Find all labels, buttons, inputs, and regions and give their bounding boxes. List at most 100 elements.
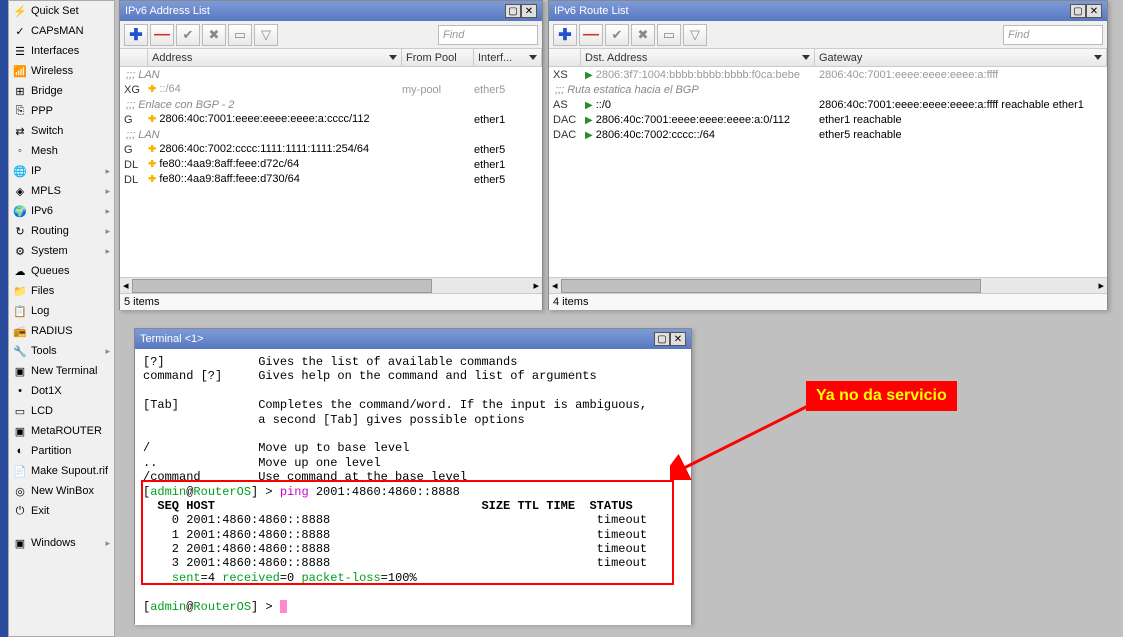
enable-button[interactable]: ✔ — [176, 24, 200, 46]
table-row[interactable]: DL 🞧fe80::4aa9:8aff:feee:d72c/64 ether1 — [120, 157, 542, 172]
sidebar-item-label: Queues — [31, 265, 70, 277]
sidebar-item-exit[interactable]: ⏻Exit — [9, 501, 114, 521]
ipv6-route-window: IPv6 Route List ▢ ✕ ✚ — ✔ ✖ ▭ ▽ Find Dst… — [548, 0, 1108, 310]
sidebar-item-lcd[interactable]: ▭LCD — [9, 401, 114, 421]
sidebar-item-label: MPLS — [31, 185, 61, 197]
sidebar-item-quick-set[interactable]: ⚡Quick Set — [9, 1, 114, 21]
status-bar: 4 items — [549, 293, 1107, 310]
prompt-line: [admin@RouterOS] > ping 2001:4860:4860::… — [143, 485, 683, 499]
sidebar-item-new-terminal[interactable]: ▣New Terminal — [9, 361, 114, 381]
minimize-button[interactable]: ▢ — [654, 332, 670, 346]
table-row[interactable]: G 🞧2806:40c:7001:eeee:eeee:eeee:a:cccc/1… — [120, 112, 542, 127]
chevron-right-icon: ▸ — [105, 346, 110, 357]
table-row[interactable]: XG 🞧::/64 my-pool ether5 — [120, 82, 542, 97]
add-button[interactable]: ✚ — [124, 24, 148, 46]
comment-button[interactable]: ▭ — [657, 24, 681, 46]
minimize-button[interactable]: ▢ — [1070, 4, 1086, 18]
sidebar-item-label: IPv6 — [31, 205, 53, 217]
row-comment[interactable]: ;;; LAN — [120, 127, 542, 142]
app-left-bar — [0, 0, 8, 637]
sidebar-item-interfaces[interactable]: ☰Interfaces — [9, 41, 114, 61]
close-button[interactable]: ✕ — [1086, 4, 1102, 18]
enable-button[interactable]: ✔ — [605, 24, 629, 46]
sidebar-item-new-winbox[interactable]: ◎New WinBox — [9, 481, 114, 501]
sidebar-item-dot1x[interactable]: •Dot1X — [9, 381, 114, 401]
minimize-button[interactable]: ▢ — [505, 4, 521, 18]
row-comment[interactable]: ;;; LAN — [120, 67, 542, 82]
sidebar-item-bridge[interactable]: ⊞Bridge — [9, 81, 114, 101]
col-from-pool[interactable]: From Pool — [402, 49, 474, 66]
sidebar-item-ipv6[interactable]: 🌍IPv6▸ — [9, 201, 114, 221]
terminal-output[interactable]: [?] Gives the list of available commands… — [135, 349, 691, 625]
sidebar-item-queues[interactable]: ☁Queues — [9, 261, 114, 281]
sidebar-item-wireless[interactable]: 📶Wireless — [9, 61, 114, 81]
menu-icon: ◐ — [13, 444, 27, 458]
table-row[interactable]: AS ▶::/0 2806:40c:7001:eeee:eeee:eeee:a:… — [549, 97, 1107, 112]
col-interface[interactable]: Interf... — [474, 49, 542, 66]
remove-button[interactable]: — — [579, 24, 603, 46]
prompt-empty: [admin@RouterOS] > — [143, 600, 683, 614]
sort-icon — [389, 55, 397, 60]
menu-icon: ⎘ — [13, 104, 27, 118]
close-button[interactable]: ✕ — [521, 4, 537, 18]
sidebar-item-radius[interactable]: 📻RADIUS — [9, 321, 114, 341]
menu-icon: ▣ — [13, 364, 27, 378]
toolbar: ✚ — ✔ ✖ ▭ ▽ Find — [120, 21, 542, 49]
sidebar-item-tools[interactable]: 🔧Tools▸ — [9, 341, 114, 361]
sidebar-item-label: MetaROUTER — [31, 425, 102, 437]
h-scrollbar[interactable]: ◂▸ — [120, 277, 542, 293]
sidebar-item-mesh[interactable]: ◦Mesh — [9, 141, 114, 161]
col-flags[interactable] — [120, 49, 148, 66]
table-row[interactable]: XS ▶2806:3f7:1004:bbbb:bbbb:bbbb:f0ca:be… — [549, 67, 1107, 82]
sidebar-item-switch[interactable]: ⇄Switch — [9, 121, 114, 141]
comment-button[interactable]: ▭ — [228, 24, 252, 46]
cell-iface: ether5 — [470, 174, 542, 186]
cell-dst: ▶2806:3f7:1004:bbbb:bbbb:bbbb:f0ca:bebe — [581, 69, 815, 81]
find-input[interactable]: Find — [1003, 25, 1103, 45]
menu-icon: 🔧 — [13, 344, 27, 358]
close-button[interactable]: ✕ — [670, 332, 686, 346]
sidebar-item-ppp[interactable]: ⎘PPP — [9, 101, 114, 121]
cell-flag: G — [120, 114, 144, 126]
sidebar-item-make-supout-rif[interactable]: 📄Make Supout.rif — [9, 461, 114, 481]
table-row[interactable]: DAC ▶2806:40c:7002:cccc::/64 ether5 reac… — [549, 127, 1107, 142]
ipv6-address-window: IPv6 Address List ▢ ✕ ✚ — ✔ ✖ ▭ ▽ Find A… — [119, 0, 543, 310]
cell-iface: ether5 — [470, 84, 542, 96]
disable-button[interactable]: ✖ — [202, 24, 226, 46]
sidebar-item-ip[interactable]: 🌐IP▸ — [9, 161, 114, 181]
remove-button[interactable]: — — [150, 24, 174, 46]
sidebar-item-system[interactable]: ⚙System▸ — [9, 241, 114, 261]
h-scrollbar[interactable]: ◂▸ — [549, 277, 1107, 293]
col-gateway[interactable]: Gateway — [815, 49, 1107, 66]
table-row[interactable]: DL 🞧fe80::4aa9:8aff:feee:d730/64 ether5 — [120, 172, 542, 187]
sidebar-item-windows[interactable]: ▣ Windows ▸ — [9, 533, 114, 553]
titlebar[interactable]: IPv6 Address List ▢ ✕ — [120, 1, 542, 21]
sidebar-item-metarouter[interactable]: ▣MetaROUTER — [9, 421, 114, 441]
route-icon: ▶ — [585, 115, 593, 126]
filter-button[interactable]: ▽ — [254, 24, 278, 46]
table-row[interactable]: G 🞧2806:40c:7002:cccc:1111:1111:1111:254… — [120, 142, 542, 157]
menu-icon: ◈ — [13, 184, 27, 198]
titlebar[interactable]: Terminal <1> ▢ ✕ — [135, 329, 691, 349]
sidebar-item-capsman[interactable]: ✓CAPsMAN — [9, 21, 114, 41]
sidebar-item-files[interactable]: 📁Files — [9, 281, 114, 301]
sidebar-item-label: Exit — [31, 505, 49, 517]
filter-button[interactable]: ▽ — [683, 24, 707, 46]
cell-iface: ether5 — [470, 144, 542, 156]
row-comment[interactable]: ;;; Enlace con BGP - 2 — [120, 97, 542, 112]
disable-button[interactable]: ✖ — [631, 24, 655, 46]
titlebar[interactable]: IPv6 Route List ▢ ✕ — [549, 1, 1107, 21]
sidebar-item-partition[interactable]: ◐Partition — [9, 441, 114, 461]
sidebar-item-mpls[interactable]: ◈MPLS▸ — [9, 181, 114, 201]
find-input[interactable]: Find — [438, 25, 538, 45]
col-address[interactable]: Address — [148, 49, 402, 66]
add-button[interactable]: ✚ — [553, 24, 577, 46]
sidebar-item-label: Dot1X — [31, 385, 62, 397]
sidebar-item-log[interactable]: 📋Log — [9, 301, 114, 321]
table-row[interactable]: DAC ▶2806:40c:7001:eeee:eeee:eeee:a:0/11… — [549, 112, 1107, 127]
sidebar-item-routing[interactable]: ↻Routing▸ — [9, 221, 114, 241]
row-comment[interactable]: ;;; Ruta estatica hacia el BGP — [549, 82, 1107, 97]
menu-icon: 🌍 — [13, 204, 27, 218]
col-dst-address[interactable]: Dst. Address — [581, 49, 815, 66]
col-flags[interactable] — [549, 49, 581, 66]
